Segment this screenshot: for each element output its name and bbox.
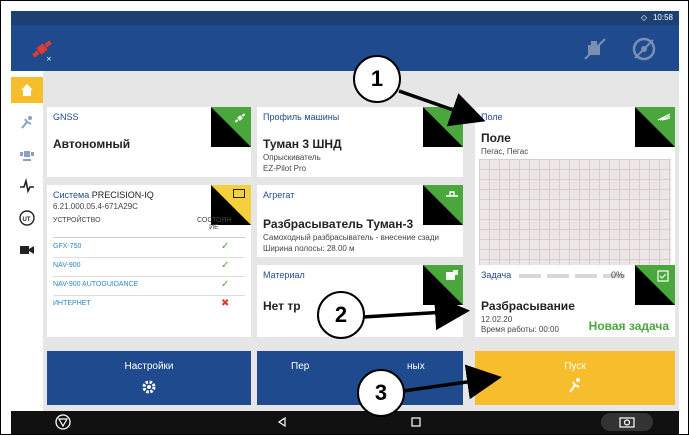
callout-2: 2 [317,291,365,339]
annotation-arrows [362,89,502,400]
callout-1: 1 [353,55,401,103]
screen: ◇ 10:58 × UT GNSS Автономный Профиль маш… [0,0,689,435]
callout-3: 3 [357,369,405,417]
